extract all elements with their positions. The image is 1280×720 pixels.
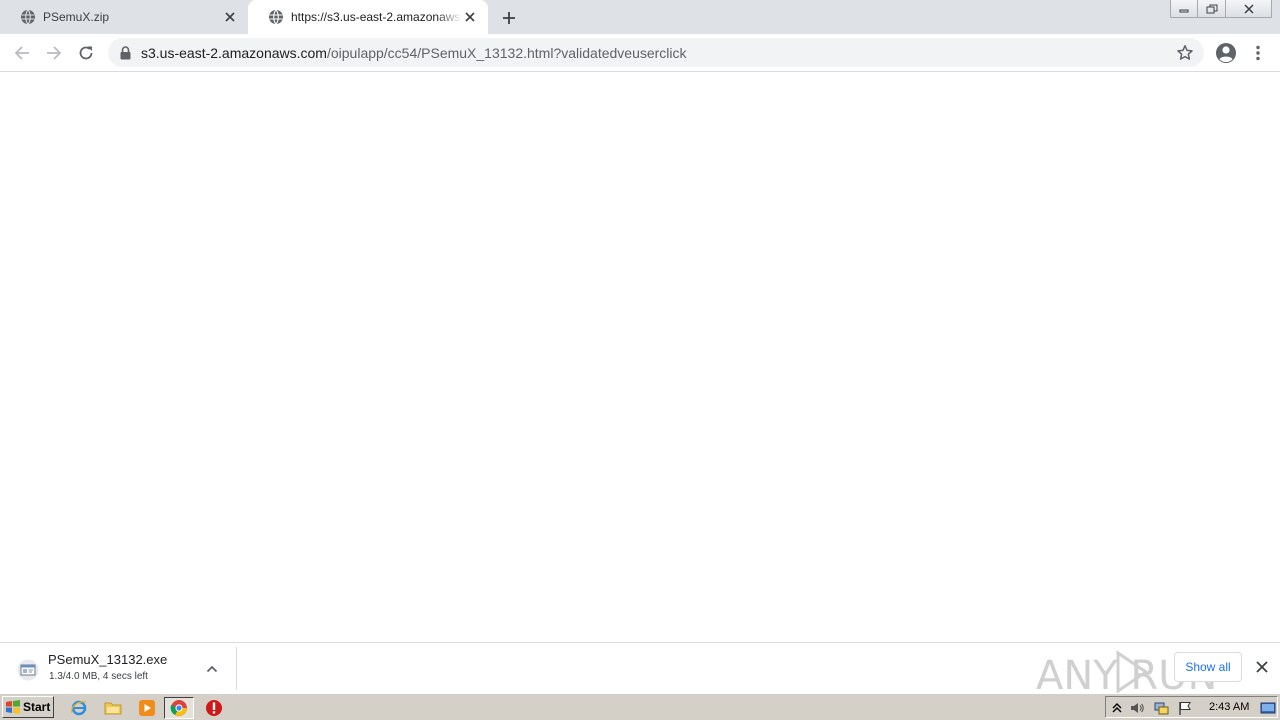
tab-psemux-zip[interactable]: PSemuX.zip: [0, 0, 248, 34]
star-icon[interactable]: [1176, 44, 1194, 62]
chevron-up-icon[interactable]: [204, 661, 220, 677]
window-controls: [1170, 0, 1272, 18]
profile-icon[interactable]: [1214, 41, 1238, 65]
windows-taskbar: Start 2:43 AM: [0, 693, 1280, 720]
ie-icon: [70, 700, 87, 716]
chrome-icon: [170, 700, 187, 716]
tab-title: https://s3.us-east-2.amazonaws.com/oipul…: [291, 10, 462, 24]
windows-logo-icon: [6, 700, 20, 714]
download-file-name: PSemuX_13132.exe: [48, 652, 168, 667]
taskbar-stop-app[interactable]: [203, 697, 225, 719]
url-path: /oipulapp/cc54/PSemuX_13132.html?validat…: [326, 44, 687, 61]
globe-icon: [269, 9, 283, 25]
tab-close-button[interactable]: [462, 9, 478, 25]
kebab-menu-button[interactable]: [1250, 41, 1266, 65]
restore-button[interactable]: [1198, 0, 1226, 18]
start-label: Start: [23, 700, 51, 714]
tab-amazonaws-page[interactable]: https://s3.us-east-2.amazonaws.com/oipul…: [248, 0, 488, 34]
taskbar-chrome[interactable]: [164, 697, 194, 719]
close-icon: [465, 12, 475, 22]
url-text[interactable]: s3.us-east-2.amazonaws.com/oipulapp/cc54…: [141, 45, 687, 61]
url-host: s3.us-east-2.amazonaws.com: [141, 44, 327, 61]
reload-button[interactable]: [72, 39, 100, 67]
tab-strip: PSemuX.zip https://s3.us-east-2.amazonaw…: [0, 0, 1280, 34]
exe-file-icon: [17, 659, 39, 681]
action-center-flag-icon[interactable]: [1177, 700, 1193, 716]
taskbar-media-player[interactable]: [136, 697, 158, 719]
tab-close-button[interactable]: [222, 9, 238, 25]
download-item[interactable]: PSemuX_13132.exe 1.3/4.0 MB, 4 secs left: [8, 647, 237, 690]
start-button[interactable]: Start: [2, 696, 54, 718]
system-tray: 2:43 AM: [1105, 696, 1278, 718]
browser-toolbar: s3.us-east-2.amazonaws.com/oipulapp/cc54…: [0, 34, 1280, 72]
plus-icon: [503, 12, 515, 24]
kebab-menu-icon: [1256, 45, 1260, 61]
clock[interactable]: 2:43 AM: [1209, 701, 1249, 713]
close-icon: [225, 12, 235, 22]
tray-expand-icon[interactable]: [1109, 700, 1125, 716]
tab-title: PSemuX.zip: [43, 10, 110, 24]
folder-icon: [104, 702, 122, 715]
minimize-icon: [1179, 9, 1189, 12]
back-arrow-icon: [14, 46, 29, 60]
close-icon[interactable]: [1254, 659, 1270, 675]
forward-arrow-icon: [47, 46, 62, 60]
taskbar-explorer[interactable]: [102, 697, 124, 719]
show-all-button[interactable]: Show all: [1174, 652, 1242, 682]
volume-icon[interactable]: [1129, 700, 1145, 716]
download-status: 1.3/4.0 MB, 4 secs left: [49, 671, 148, 682]
stop-icon: [206, 700, 222, 716]
page-content: [0, 72, 1280, 642]
restore-icon: [1206, 4, 1217, 13]
network-icon[interactable]: [1153, 700, 1169, 716]
globe-icon: [21, 9, 35, 25]
forward-button[interactable]: [40, 39, 68, 67]
show-desktop-icon[interactable]: [1260, 700, 1276, 716]
minimize-button[interactable]: [1170, 0, 1198, 18]
download-shelf: PSemuX_13132.exe 1.3/4.0 MB, 4 secs left…: [0, 642, 1280, 695]
back-button[interactable]: [8, 39, 36, 67]
taskbar-internet-explorer[interactable]: [68, 697, 90, 719]
address-bar[interactable]: s3.us-east-2.amazonaws.com/oipulapp/cc54…: [108, 38, 1204, 67]
lock-icon[interactable]: [120, 45, 132, 60]
reload-icon: [79, 46, 93, 60]
close-window-button[interactable]: [1226, 0, 1272, 18]
new-tab-button[interactable]: [498, 7, 520, 29]
close-icon: [1243, 3, 1254, 14]
media-player-icon: [139, 700, 155, 716]
